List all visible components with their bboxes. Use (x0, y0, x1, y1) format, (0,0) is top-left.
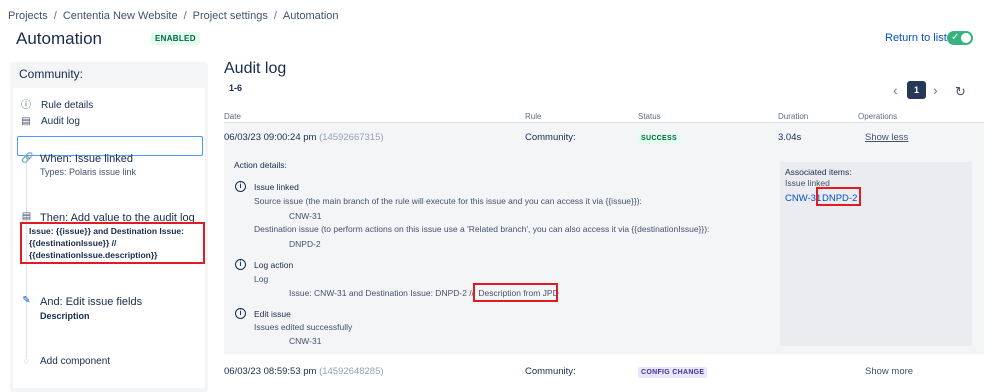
breadcrumb-automation[interactable]: Automation (283, 10, 339, 22)
sidebar-item-audit-log[interactable]: ▤ Audit log (20, 116, 80, 127)
page-button-current[interactable]: 1 (907, 81, 926, 99)
associated-items-title: Associated items: (785, 167, 852, 177)
result-count: 1-6 (229, 83, 243, 93)
log-action-title: Log action (254, 260, 294, 270)
pencil-icon: ✎ (22, 295, 31, 306)
row-duration: 3.04s (778, 132, 802, 143)
add-component-button[interactable]: Add component (40, 356, 110, 367)
row-rule: Community: (525, 132, 576, 143)
column-header-operations: Operations (858, 112, 898, 121)
action-details-heading: Action details: (234, 160, 287, 170)
edit-issue-title: Edit issue (254, 309, 291, 319)
highlight-box (816, 187, 861, 206)
info-icon: i (235, 181, 246, 192)
refresh-icon[interactable]: ↻ (955, 84, 966, 100)
edit-issue-sub: Issues edited successfully (254, 322, 353, 332)
associated-items-panel (780, 162, 972, 346)
column-header-status: Status (638, 112, 661, 121)
destination-issue-value: DNPD-2 (289, 239, 321, 249)
log-action-sub: Log (254, 274, 269, 284)
breadcrumb-project[interactable]: Cententia New Website (63, 10, 178, 22)
step-subtitle: Types: Polaris issue link (40, 167, 137, 177)
document-icon: ▤ (21, 116, 31, 127)
log-message-prefix: Issue: CNW-31 and Destination Issue: DNP… (289, 288, 475, 298)
sidebar-header: Community: (19, 67, 84, 81)
show-less-link[interactable]: Show less (865, 132, 908, 143)
sidebar-item-label: Rule details (41, 100, 94, 111)
rule-enabled-toggle[interactable]: ✓ (947, 31, 973, 45)
row-rule: Community: (525, 366, 576, 377)
return-to-list-link[interactable]: Return to list (885, 32, 947, 44)
log-line: {{destinationIssue.description}} (29, 250, 158, 260)
page-title: Automation (16, 29, 102, 48)
highlight-box (473, 283, 558, 302)
row-id: (14592648285) (319, 366, 384, 377)
row-date-text: 06/03/23 08:59:53 pm (224, 366, 317, 377)
row-date-text: 06/03/23 09:00:24 pm (224, 132, 317, 143)
link-icon: 🔗 (21, 153, 34, 164)
breadcrumb-project-settings[interactable]: Project settings (193, 10, 268, 22)
info-icon: i (235, 308, 246, 319)
status-badge: SUCCESS (638, 133, 680, 144)
step-log-message: Issue: {{issue}} and Destination Issue: … (29, 225, 189, 261)
sidebar-item-rule-details[interactable]: ⓘ Rule details (20, 96, 93, 111)
info-icon: ⓘ (21, 100, 31, 111)
sidebar-list: ⓘ Rule details ▤ Audit log 🔗 When: Issue l… (13, 88, 205, 388)
breadcrumb-separator: / (183, 10, 187, 22)
check-icon: ✓ (951, 32, 960, 43)
breadcrumb-separator: / (273, 10, 277, 22)
destination-issue-text: Destination issue (to perform actions on… (254, 224, 710, 234)
step-when-issue-linked[interactable]: When: Issue linked (40, 153, 133, 165)
row-date: 06/03/23 08:59:53 pm (14592648285) (224, 366, 384, 377)
step-and-edit-issue-fields[interactable]: And: Edit issue fields (40, 296, 142, 308)
source-issue-text: Source issue (the main branch of the rul… (254, 196, 642, 206)
show-more-link[interactable]: Show more (865, 366, 913, 377)
source-issue-value: CNW-31 (289, 211, 322, 221)
log-line: Issue: {{issue}} and Destination Issue: (29, 226, 184, 236)
step-subtitle: Description (40, 311, 90, 321)
column-header-duration: Duration (778, 112, 809, 121)
column-header-date: Date (224, 112, 241, 121)
edit-issue-value: CNW-31 (289, 336, 322, 346)
breadcrumb-separator: / (53, 10, 57, 22)
row-id: (14592667315) (319, 132, 384, 143)
status-badge: CONFIG CHANGE (638, 367, 708, 378)
log-line: {{destinationIssue}} // (29, 238, 117, 248)
breadcrumb-projects[interactable]: Projects (8, 10, 48, 22)
chevron-right-icon[interactable]: › (933, 82, 938, 98)
info-icon: i (235, 259, 246, 270)
column-header-rule: Rule (525, 112, 542, 121)
row-date: 06/03/23 09:00:24 pm (14592667315) (224, 132, 384, 143)
breadcrumb: Projects / Cententia New Website / Project s… (8, 10, 339, 22)
chevron-left-icon[interactable]: ‹ (893, 82, 898, 98)
toggle-knob (961, 33, 971, 43)
issue-linked-title: Issue linked (254, 182, 299, 192)
audit-log-title: Audit log (224, 60, 287, 77)
sidebar-item-label: Audit log (41, 116, 80, 127)
enabled-badge: ENABLED (151, 32, 200, 45)
circle-icon: ○ (23, 356, 30, 366)
document-icon: ▤ (21, 211, 32, 222)
rule-sidebar: Community: ⓘ Rule details ▤ Audit log 🔗 Wh… (10, 62, 208, 392)
